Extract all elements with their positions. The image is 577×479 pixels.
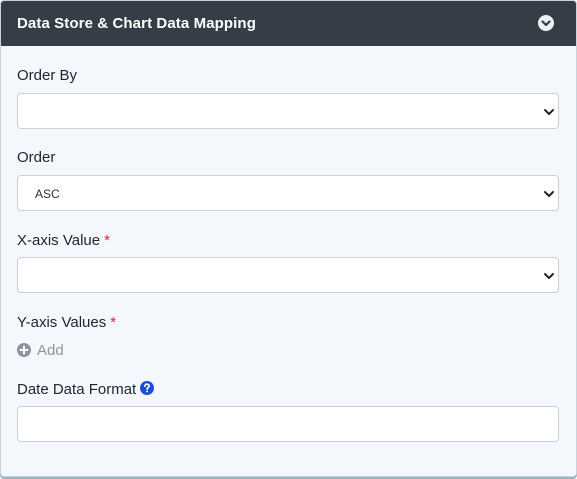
chevron-down-circle-icon [541,20,551,27]
data-mapping-panel: Data Store & Chart Data Mapping Order By… [0,0,577,477]
required-marker: * [104,232,110,249]
chevron-down-icon [544,109,554,115]
order-label: Order [17,149,56,166]
collapse-panel-button[interactable] [538,15,554,31]
y-axis-label: Y-axis Values * [17,314,116,331]
x-axis-label-text: X-axis Value [17,232,101,249]
date-format-input[interactable] [17,406,559,442]
chevron-down-icon [544,191,554,197]
order-select[interactable]: ASC [17,175,559,211]
panel-header: Data Store & Chart Data Mapping [1,1,576,46]
plus-circle-icon [17,343,31,357]
panel-title: Data Store & Chart Data Mapping [17,15,256,32]
x-axis-label: X-axis Value * [17,232,110,249]
chevron-down-icon [544,273,554,279]
required-marker: * [110,314,117,331]
order-value: ASC [35,187,60,201]
x-axis-select[interactable] [17,257,559,293]
add-label: Add [37,342,64,359]
order-by-select[interactable] [17,93,559,129]
date-format-label-text: Date Data Format [17,381,137,398]
y-axis-label-text: Y-axis Values [17,314,107,331]
order-by-label: Order By [17,67,78,84]
date-format-label: Date Data Format [17,381,155,398]
question-circle-icon[interactable] [140,381,155,395]
